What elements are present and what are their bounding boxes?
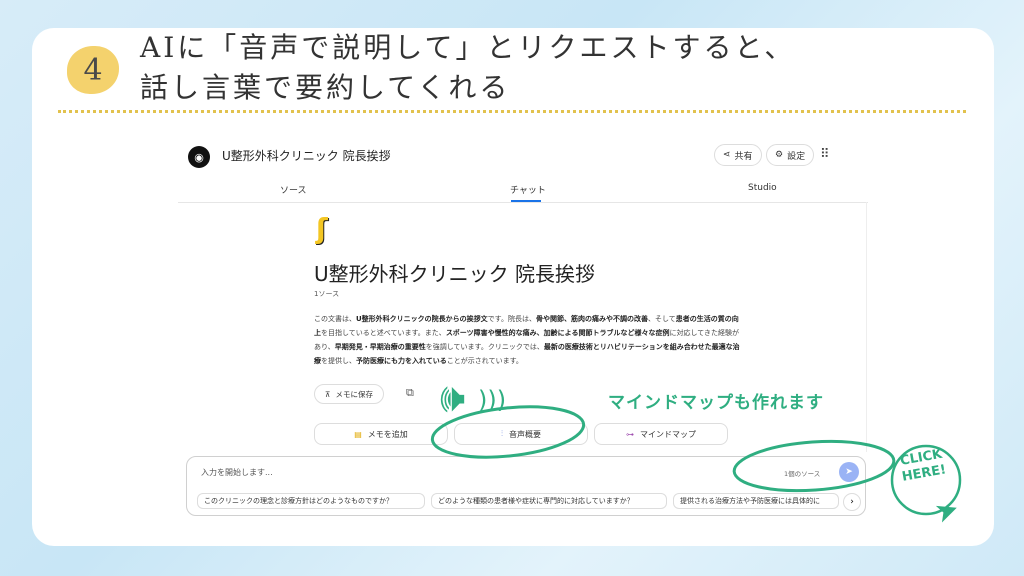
notebook-app-screenshot: ◉ U整形外科クリニック 院長挨拶 ⋖ 共有 ⚙ 設定 ⠿ ソース チャット S… (178, 136, 868, 520)
speaker-icon: 🕪 (440, 375, 466, 421)
chevron-right-icon[interactable]: › (843, 493, 861, 511)
tab-studio[interactable]: Studio (748, 183, 777, 193)
settings-label: 設定 (787, 151, 806, 162)
save-to-memo-button[interactable]: ⊼ メモに保存 (314, 384, 384, 404)
sound-waves-icon: ))) (478, 386, 507, 414)
summary-segment: 、そして (648, 315, 676, 323)
suggestion-chip-3[interactable]: 提供される治療方法や予防医療には具体的に (673, 493, 839, 509)
headline-line-1: AIに「音声で説明して」とリクエストすると、 (140, 31, 796, 64)
chat-input-box[interactable]: 入力を開始します... 1個のソース ➤ このクリニックの理念と診療方針はどのよ… (186, 456, 866, 516)
notebook-title[interactable]: U整形外科クリニック 院長挨拶 (222, 147, 391, 164)
dotted-divider (58, 110, 966, 113)
summary-segment: を強調しています。クリニックでは、 (425, 343, 544, 351)
summary-segment: この文書は、 (314, 315, 356, 323)
mindmap-label: マインドマップ (640, 429, 696, 439)
send-button[interactable]: ➤ (839, 462, 859, 482)
notebook-emoji-icon: ʃ (316, 212, 328, 245)
slide-headline: AIに「音声で説明して」とリクエストすると、 話し言葉で要約してくれる (140, 28, 940, 108)
summary-segment: を提供し、 (321, 357, 356, 365)
summary-segment: 骨や関節、筋肉の痛みや不調の改善 (536, 315, 648, 323)
chat-input-placeholder[interactable]: 入力を開始します... (201, 467, 273, 478)
summary-segment: 早期発見・早期治療の重要性 (334, 343, 426, 351)
summary-segment: です。院長は、 (487, 315, 536, 323)
app-logo-icon[interactable]: ◉ (188, 146, 210, 168)
pin-icon: ⊼ (325, 389, 331, 399)
tab-chat[interactable]: チャット (510, 183, 546, 196)
audio-overview-button[interactable]: ⫶ 音声概要 (454, 423, 588, 445)
headline-line-2: 話し言葉で要約してくれる (140, 71, 511, 104)
summary-segment: を目指していると述べています。また、 (321, 329, 446, 337)
summary-segment: ことが示されています。 (446, 357, 523, 365)
save-to-memo-label: メモに保存 (335, 389, 374, 399)
audio-wave-icon: ⫶ (501, 429, 503, 438)
mindmap-icon: ⊶ (626, 429, 634, 439)
settings-button[interactable]: ⚙ 設定 (766, 144, 815, 166)
suggestion-chip-1[interactable]: このクリニックの理念と診療方針はどのようなものですか？ (197, 493, 425, 509)
panel-divider (866, 202, 867, 452)
mindmap-button[interactable]: ⊶ マインドマップ (594, 423, 728, 445)
audio-overview-label: 音声概要 (509, 429, 541, 439)
notebook-heading: U整形外科クリニック 院長挨拶 (314, 262, 595, 286)
summary-segment: U整形外科クリニックの院長からの挨拶文 (356, 315, 488, 323)
source-count-label: 1ソース (314, 290, 340, 298)
tab-sources[interactable]: ソース (280, 183, 307, 196)
send-icon: ➤ (845, 467, 853, 477)
tab-divider (178, 202, 868, 203)
mindmap-annotation: マインドマップも作れます (608, 393, 824, 413)
summary-segment: 予防医療にも力を入れている (356, 357, 447, 365)
share-button[interactable]: ⋖ 共有 (714, 144, 762, 166)
gear-icon: ⚙ (775, 150, 784, 160)
notebook-summary: この文書は、U整形外科クリニックの院長からの挨拶文です。院長は、骨や関節、筋肉の… (314, 312, 742, 368)
share-label: 共有 (734, 151, 753, 162)
add-memo-button[interactable]: ▤ メモを追加 (314, 423, 448, 445)
share-icon: ⋖ (723, 150, 731, 160)
suggestion-chip-2[interactable]: どのような種類の患者様や症状に専門的に対応していますか？ (431, 493, 667, 509)
copy-icon[interactable]: ⧉ (406, 386, 414, 400)
summary-segment: スポーツ障害や慢性的な痛み、加齢による関節トラブルなど様々な症例 (445, 329, 670, 337)
add-memo-label: メモを追加 (367, 429, 408, 439)
note-icon: ▤ (354, 429, 362, 439)
apps-grid-icon[interactable]: ⠿ (820, 147, 829, 162)
chat-source-count: 1個のソース (784, 470, 821, 478)
